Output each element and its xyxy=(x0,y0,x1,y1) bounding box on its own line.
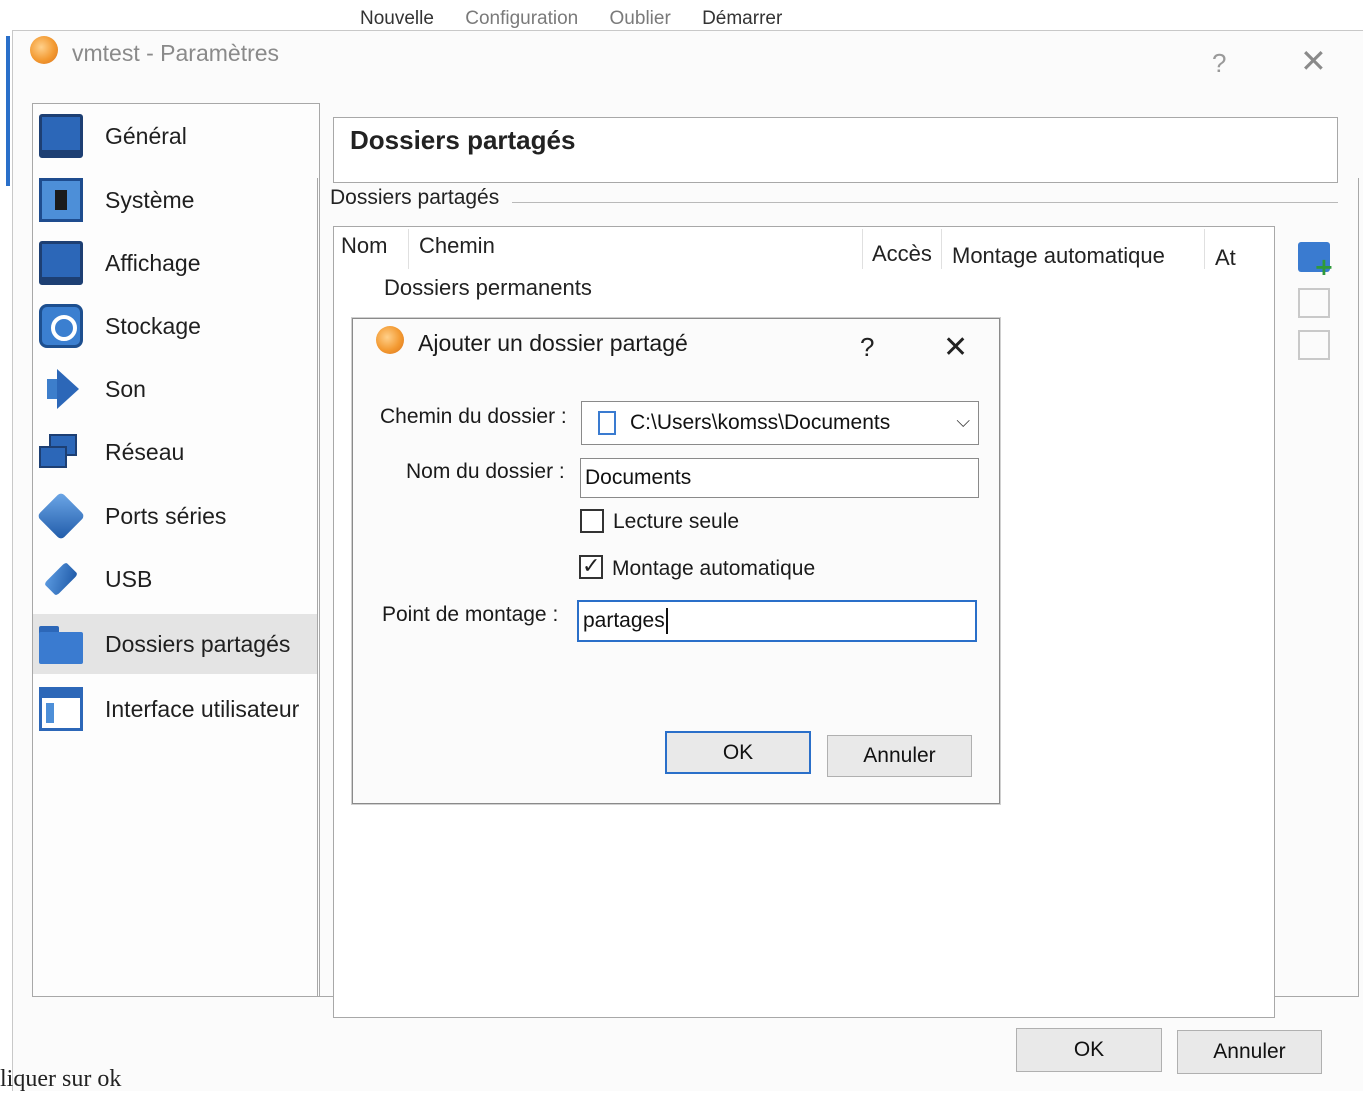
disk-icon xyxy=(39,304,83,348)
sidebar-item-interface-utilisateur[interactable]: Interface utilisateur xyxy=(33,679,317,739)
checkmark-icon: ✓ xyxy=(582,553,601,578)
sidebar-item-son[interactable]: Son xyxy=(33,359,317,419)
folder-icon xyxy=(39,622,83,666)
menu-item-configuration[interactable]: Configuration xyxy=(465,8,578,29)
column-header-nom[interactable]: Nom xyxy=(341,233,387,259)
section-divider xyxy=(512,202,1338,203)
window-layout-icon xyxy=(39,687,83,731)
help-icon[interactable]: ? xyxy=(1212,48,1226,79)
sidebar-item-reseau[interactable]: Réseau xyxy=(33,422,317,482)
mount-point-input[interactable]: partages xyxy=(577,600,977,642)
serial-port-icon xyxy=(36,491,86,541)
sidebar-item-stockage[interactable]: Stockage xyxy=(33,296,317,356)
menu-item-nouvelle[interactable]: Nouvelle xyxy=(360,8,434,29)
mount-point-label: Point de montage : xyxy=(382,603,559,626)
menu-item-oublier[interactable]: Oublier xyxy=(610,8,671,29)
sidebar-item-label: Système xyxy=(105,186,195,213)
display-icon xyxy=(39,241,83,285)
sidebar-item-label: USB xyxy=(105,565,153,592)
readonly-label: Lecture seule xyxy=(613,510,740,533)
column-separator xyxy=(408,229,409,269)
folder-name-input[interactable]: Documents xyxy=(580,458,979,498)
folder-name-label: Nom du dossier : xyxy=(406,460,565,483)
column-header-chemin[interactable]: Chemin xyxy=(419,233,495,259)
column-header-acces[interactable]: Accès xyxy=(872,241,932,267)
help-icon[interactable]: ? xyxy=(860,332,874,363)
remove-shared-folder-icon[interactable] xyxy=(1298,330,1330,360)
sidebar-item-label: Interface utilisateur xyxy=(105,695,300,722)
sidebar-item-systeme[interactable]: Système xyxy=(33,170,317,230)
edit-shared-folder-icon[interactable] xyxy=(1298,288,1330,318)
column-header-montage-automatique[interactable]: Montage automatique xyxy=(952,243,1165,269)
folder-path-value: C:\Users\komss\Documents xyxy=(630,411,891,434)
monitor-icon xyxy=(39,114,83,158)
column-separator xyxy=(1204,229,1205,269)
automount-label: Montage automatique xyxy=(612,557,816,580)
section-label: Dossiers partagés xyxy=(330,186,500,209)
menu-item-demarrer[interactable]: Démarrer xyxy=(702,8,782,29)
window-ok-button[interactable]: OK xyxy=(1016,1028,1162,1072)
speaker-icon xyxy=(39,367,83,411)
virtualbox-orange-ball-icon xyxy=(30,36,58,64)
dialog-title: Ajouter un dossier partagé xyxy=(418,330,688,356)
settings-sidebar: Général Système Affichage Stockage Son R… xyxy=(32,103,320,997)
text-caret xyxy=(665,608,668,634)
sidebar-item-usb[interactable]: USB xyxy=(33,549,317,609)
folder-name-value: Documents xyxy=(585,466,692,489)
sidebar-item-label: Son xyxy=(105,375,146,402)
window-focus-accent xyxy=(6,36,10,186)
readonly-checkbox[interactable] xyxy=(580,509,604,533)
add-shared-folder-icon[interactable] xyxy=(1298,242,1334,281)
sidebar-item-ports-series[interactable]: Ports séries xyxy=(33,486,317,546)
column-header-at[interactable]: At xyxy=(1215,245,1236,271)
dialog-cancel-button[interactable]: Annuler xyxy=(827,735,972,777)
dialog-ok-button[interactable]: OK xyxy=(665,731,811,774)
sidebar-item-label: Ports séries xyxy=(105,502,227,529)
page-title: Dossiers partagés xyxy=(350,125,576,155)
usb-icon xyxy=(43,561,79,597)
chip-icon xyxy=(39,178,83,222)
automount-checkbox[interactable]: ✓ xyxy=(579,553,603,579)
document-icon xyxy=(598,411,616,435)
sidebar-item-dossiers-partages[interactable]: Dossiers partagés xyxy=(33,614,317,674)
sidebar-item-affichage[interactable]: Affichage xyxy=(33,233,317,293)
network-icon xyxy=(39,430,83,474)
table-group-row[interactable]: Dossiers permanents xyxy=(384,275,592,301)
window-title: vmtest - Paramètres xyxy=(72,40,280,66)
folder-path-label: Chemin du dossier : xyxy=(380,405,567,428)
folder-path-combobox[interactable]: C:\Users\komss\Documents ⌵ xyxy=(581,401,979,445)
mount-point-value: partages xyxy=(583,609,665,632)
close-icon[interactable]: ✕ xyxy=(1300,42,1327,80)
sidebar-item-label: Général xyxy=(105,122,187,149)
window-cancel-button[interactable]: Annuler xyxy=(1177,1030,1322,1074)
chevron-down-icon[interactable]: ⌵ xyxy=(956,411,970,432)
caption-text: liquer sur ok xyxy=(0,1066,122,1092)
sidebar-item-label: Dossiers partagés xyxy=(105,630,291,657)
sidebar-item-label: Affichage xyxy=(105,249,201,276)
sidebar-item-label: Réseau xyxy=(105,438,185,465)
close-icon[interactable]: ✕ xyxy=(943,330,968,365)
column-separator xyxy=(941,229,942,269)
sidebar-item-general[interactable]: Général xyxy=(33,106,317,166)
sidebar-item-label: Stockage xyxy=(105,312,201,339)
virtualbox-orange-ball-icon xyxy=(376,326,404,354)
column-separator xyxy=(862,229,863,269)
